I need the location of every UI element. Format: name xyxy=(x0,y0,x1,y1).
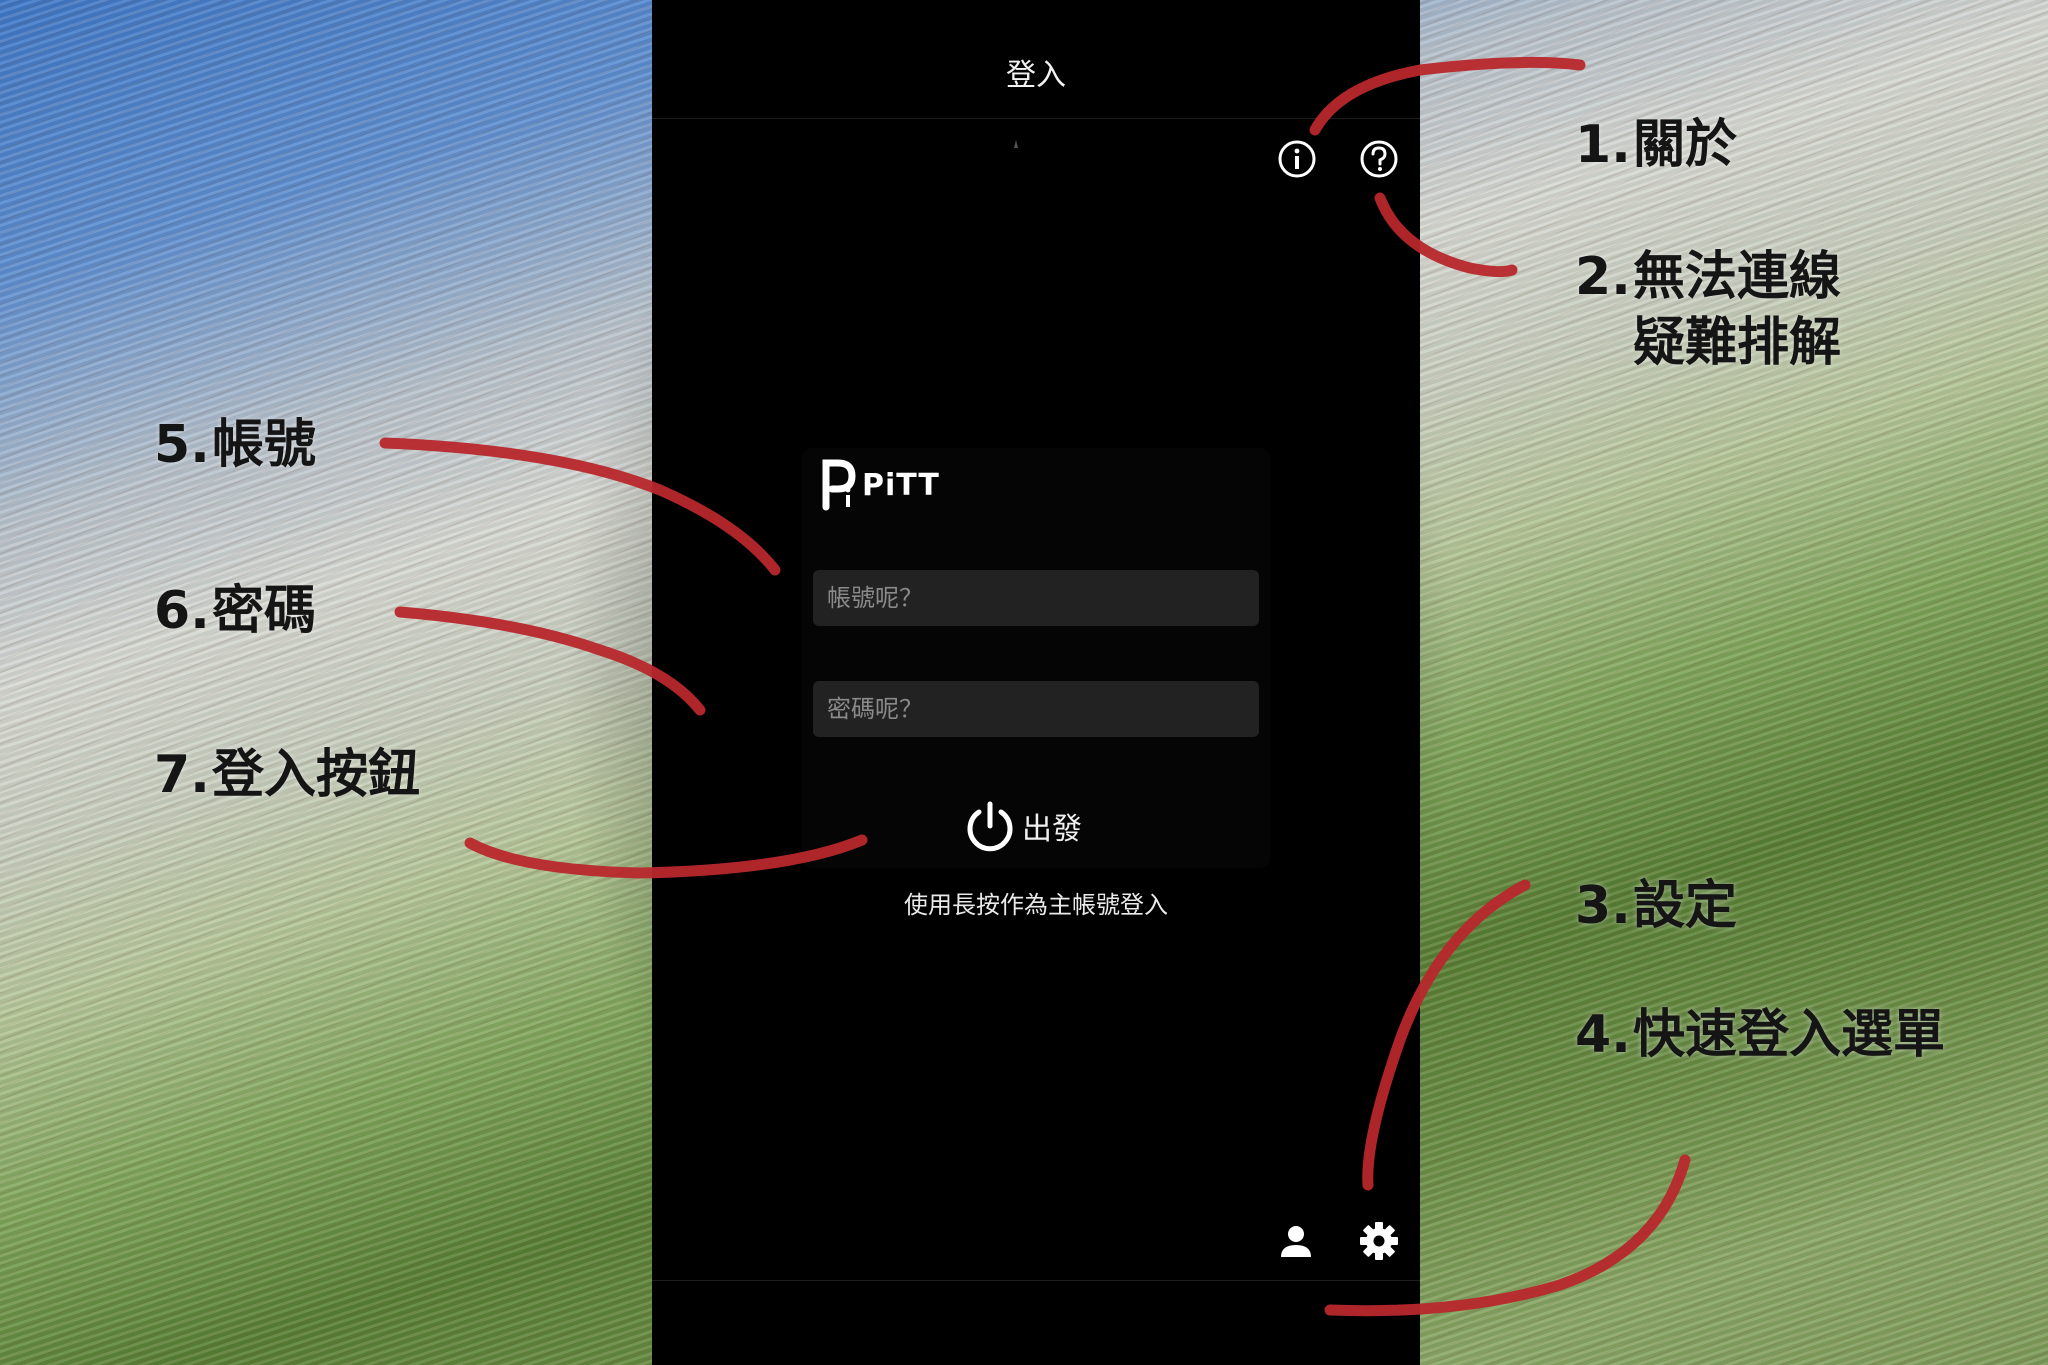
pitt-logo: PiTT xyxy=(820,455,940,515)
troubleshoot-button[interactable] xyxy=(1357,137,1401,181)
page-title: 登入 xyxy=(1006,58,1066,93)
annotation-about: 1.關於 xyxy=(1575,115,1738,175)
person-icon xyxy=(1281,1226,1311,1257)
app-screen: 登入 PiTT 帳號呢？ 密碼呢？ 出發 使用長按作為主帳號登入 xyxy=(652,0,1420,1365)
password-placeholder: 密碼呢？ xyxy=(827,695,923,723)
password-field[interactable]: 密碼呢？ xyxy=(813,681,1259,737)
power-icon xyxy=(967,801,1013,852)
username-field[interactable]: 帳號呢？ xyxy=(813,570,1259,626)
annotation-settings: 3.設定 xyxy=(1575,876,1738,936)
gear-icon xyxy=(1360,1222,1398,1260)
annotation-quick-login: 4.快速登入選單 xyxy=(1575,1005,1946,1065)
login-button[interactable]: 出發 xyxy=(964,796,1082,856)
logo-text: PiTT xyxy=(862,467,940,503)
annotation-login-button: 7.登入按鈕 xyxy=(154,745,421,805)
help-icon xyxy=(1360,140,1398,178)
bottom-divider xyxy=(652,1280,1420,1281)
login-button-label: 出發 xyxy=(1022,812,1082,847)
about-button[interactable] xyxy=(1275,137,1319,181)
settings-button[interactable] xyxy=(1357,1219,1401,1263)
quick-login-button[interactable] xyxy=(1274,1219,1318,1263)
hint-text: 使用長按作為主帳號登入 xyxy=(904,891,1168,919)
annotation-password: 6.密碼 xyxy=(154,581,317,641)
username-placeholder: 帳號呢？ xyxy=(827,584,923,612)
app-bar: 登入 xyxy=(652,0,1420,119)
annotation-troubleshoot: 2.無法連線 疑難排解 xyxy=(1575,247,1842,373)
annotation-username: 5.帳號 xyxy=(154,415,317,475)
pitt-logo-mark xyxy=(822,459,856,511)
info-icon xyxy=(1278,140,1316,178)
loading-indicator xyxy=(1014,140,1018,148)
